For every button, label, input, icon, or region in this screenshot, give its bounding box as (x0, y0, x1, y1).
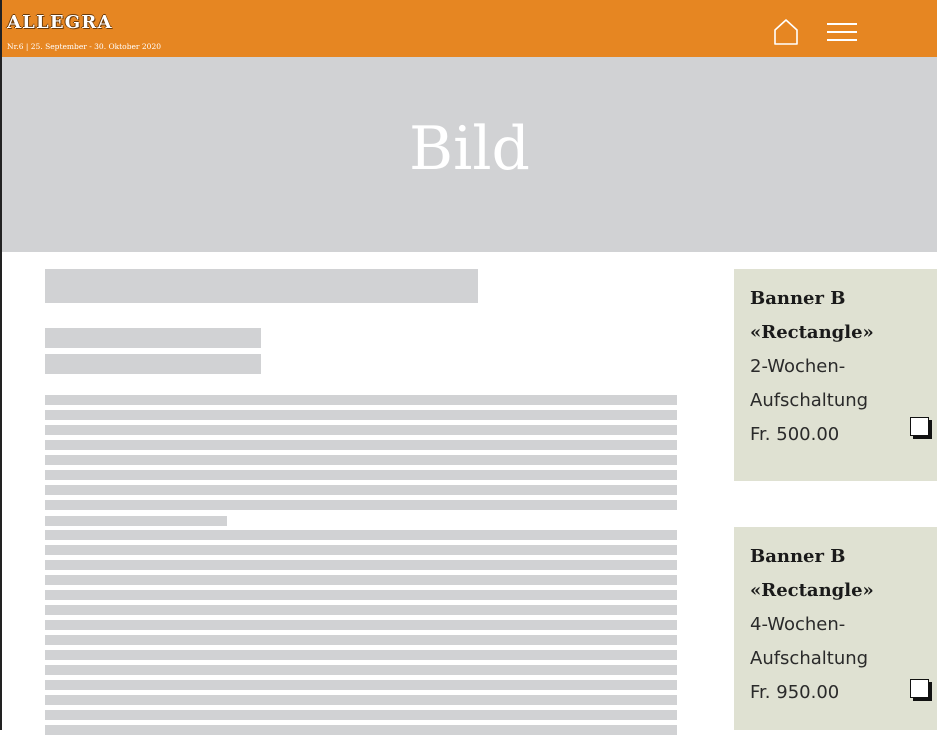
text-line-placeholder (45, 680, 677, 690)
text-line-placeholder (45, 545, 677, 555)
menu-button[interactable] (826, 21, 858, 43)
text-line-placeholder (45, 440, 677, 450)
text-line-placeholder (45, 665, 677, 675)
banner-option-text: Banner B «Rectangle» 4-Wochen- Aufschalt… (750, 540, 910, 710)
text-line-placeholder (45, 500, 677, 510)
home-button[interactable] (773, 18, 799, 46)
banner-option-text: Banner B «Rectangle» 2-Wochen- Aufschalt… (750, 282, 910, 452)
text-line-placeholder (45, 455, 677, 465)
banner-title: Banner B (750, 546, 846, 567)
site-header: ALLEGRA Nr.6 | 25. September - 30. Oktob… (2, 0, 937, 57)
banner-title: Banner B (750, 288, 846, 309)
banner-select-checkbox[interactable] (910, 679, 929, 698)
banner-format: «Rectangle» (750, 580, 874, 601)
text-line-placeholder (45, 470, 677, 480)
text-line-placeholder (45, 485, 677, 495)
banner-format: «Rectangle» (750, 322, 874, 343)
text-line-placeholder (45, 560, 677, 570)
headline-placeholder (45, 269, 478, 303)
subhead-placeholder (45, 354, 261, 374)
hero-label: Bild (409, 114, 530, 184)
hamburger-menu-icon (827, 23, 857, 41)
banner-duration-suffix: Aufschaltung (750, 648, 869, 669)
banner-price: Fr. 500.00 (750, 424, 840, 445)
text-line-placeholder (45, 605, 677, 615)
text-line-placeholder (45, 590, 677, 600)
hero-image-placeholder: Bild (2, 57, 937, 252)
text-line-placeholder (45, 695, 677, 705)
text-line-placeholder (45, 410, 677, 420)
banner-select-checkbox[interactable] (910, 417, 929, 436)
text-line-placeholder (45, 620, 677, 630)
home-icon (774, 19, 798, 45)
issue-info: Nr.6 | 25. September - 30. Oktober 2020 (7, 42, 161, 51)
banner-duration: 2-Wochen- (750, 356, 846, 377)
text-line-placeholder (45, 635, 677, 645)
banner-price: Fr. 950.00 (750, 682, 840, 703)
banner-duration: 4-Wochen- (750, 614, 846, 635)
text-line-placeholder (45, 425, 677, 435)
brand-logo[interactable]: ALLEGRA (7, 14, 113, 32)
text-line-placeholder (45, 725, 677, 735)
text-line-placeholder (45, 650, 677, 660)
text-line-placeholder (45, 516, 227, 526)
banner-duration-suffix: Aufschaltung (750, 390, 869, 411)
text-line-placeholder (45, 710, 677, 720)
text-line-placeholder (45, 575, 677, 585)
text-line-placeholder (45, 395, 677, 405)
subhead-placeholder (45, 328, 261, 348)
banner-option-card[interactable]: Banner B «Rectangle» 4-Wochen- Aufschalt… (734, 527, 937, 730)
banner-option-card[interactable]: Banner B «Rectangle» 2-Wochen- Aufschalt… (734, 269, 937, 481)
text-line-placeholder (45, 530, 677, 540)
